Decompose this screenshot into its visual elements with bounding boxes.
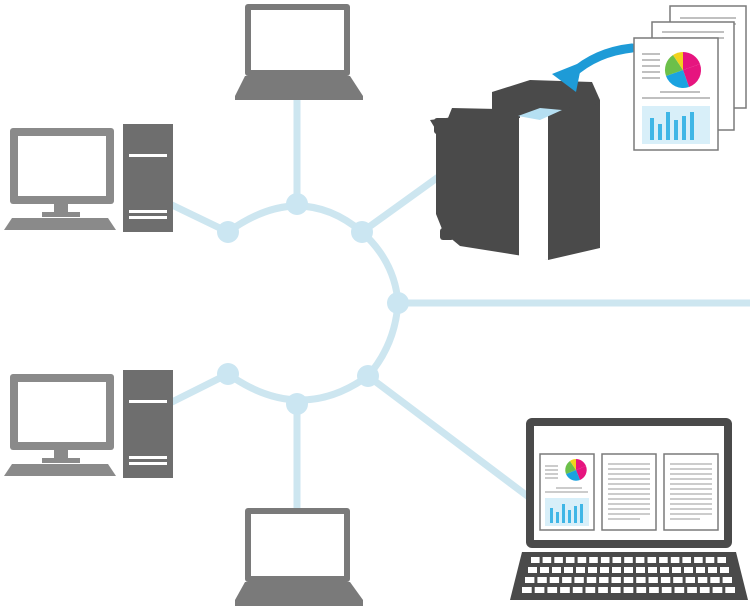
keyboard-key xyxy=(725,587,735,593)
link-printer xyxy=(358,166,452,236)
keyboard-key xyxy=(635,557,645,563)
keyboard-key xyxy=(547,587,558,593)
keyboard-key xyxy=(612,557,622,563)
keyboard-key xyxy=(705,557,715,563)
network-node xyxy=(286,193,308,215)
keyboard-key xyxy=(623,587,634,593)
keyboard-key xyxy=(694,557,703,563)
keyboard-key xyxy=(598,587,608,593)
keyboard-key xyxy=(540,567,549,573)
network-node xyxy=(351,221,373,243)
keyboard-key xyxy=(624,557,633,563)
keyboard-key xyxy=(687,587,697,593)
keyboard-key xyxy=(682,557,691,563)
keyboard-key xyxy=(672,567,681,573)
keyboard-key xyxy=(610,587,621,593)
network-node xyxy=(387,292,409,314)
keyboard-key xyxy=(562,577,572,583)
desktop-computer-icon xyxy=(4,124,173,232)
keyboard-key xyxy=(696,567,705,573)
keyboard-key xyxy=(589,557,598,563)
document-stack-icon xyxy=(633,5,747,151)
keyboard-key xyxy=(612,567,621,573)
network-node xyxy=(217,363,239,385)
keyboard-key xyxy=(673,577,683,583)
keyboard-key xyxy=(670,557,680,563)
keyboard-key xyxy=(674,587,685,593)
keyboard-key xyxy=(560,587,570,593)
network-node xyxy=(217,221,239,243)
keyboard-key xyxy=(636,567,645,573)
keyboard-key xyxy=(717,557,726,563)
keyboard-key xyxy=(649,587,659,593)
keyboard-key xyxy=(697,577,708,583)
bar-chart-icon xyxy=(642,106,710,144)
keyboard-key xyxy=(599,577,609,583)
keyboard-key xyxy=(564,567,573,573)
link-right-laptop xyxy=(364,372,534,502)
keyboard-key xyxy=(684,567,693,573)
keyboard-key xyxy=(685,577,695,583)
keyboard-key xyxy=(659,557,668,563)
keyboard-key xyxy=(572,587,583,593)
keyboard-key xyxy=(576,567,585,573)
keyboard-key xyxy=(531,557,540,563)
pie-chart-icon xyxy=(664,51,702,89)
keyboard-key xyxy=(534,587,545,593)
network-node xyxy=(286,393,308,415)
keyboard-key xyxy=(660,577,671,583)
keyboard-key xyxy=(636,577,646,583)
desktop-computer-icon xyxy=(4,370,173,478)
keyboard-key xyxy=(600,567,609,573)
keyboard-key xyxy=(588,567,597,573)
keyboard-key xyxy=(661,587,672,593)
keyboard-key xyxy=(720,567,729,573)
network-node xyxy=(357,365,379,387)
keyboard-key xyxy=(623,577,634,583)
laptop-with-documents-icon xyxy=(510,418,748,600)
keyboard-key xyxy=(586,577,597,583)
keyboard-key xyxy=(648,567,657,573)
keyboard-key xyxy=(552,567,561,573)
keyboard-key xyxy=(577,557,587,563)
printer-icon xyxy=(430,80,600,260)
keyboard-key xyxy=(660,567,669,573)
keyboard-key xyxy=(528,567,537,573)
keyboard-key xyxy=(710,577,720,583)
keyboard-key xyxy=(522,587,532,593)
keyboard-key xyxy=(611,577,621,583)
keyboard-key xyxy=(585,587,596,593)
keyboard-key xyxy=(549,577,560,583)
laptop-icon xyxy=(235,508,363,606)
keyboard-key xyxy=(554,557,563,563)
network-diagram xyxy=(0,0,750,606)
keyboard-key xyxy=(648,577,658,583)
laptop-icon xyxy=(235,4,363,100)
diagram-canvas xyxy=(4,4,750,606)
keyboard-key xyxy=(537,577,547,583)
keyboard-key xyxy=(699,587,710,593)
keyboard-key xyxy=(712,587,723,593)
keyboard-key xyxy=(525,577,535,583)
keyboard-key xyxy=(542,557,552,563)
keyboard-key xyxy=(600,557,610,563)
keyboard-key xyxy=(565,557,575,563)
keyboard-key xyxy=(574,577,584,583)
keyboard-key xyxy=(722,577,732,583)
keyboard-key xyxy=(624,567,633,573)
keyboard-key xyxy=(708,567,717,573)
keyboard-key xyxy=(636,587,647,593)
keyboard-key xyxy=(647,557,657,563)
